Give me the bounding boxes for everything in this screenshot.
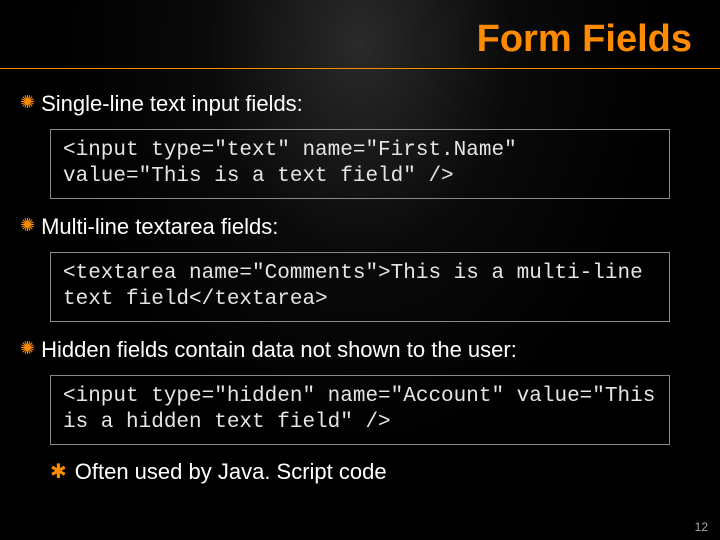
content-area: ✺ Single-line text input fields: <input … [20, 84, 700, 485]
code-box: <input type="text" name="First.Name" val… [50, 129, 670, 200]
slide-title: Form Fields [477, 18, 692, 61]
code-box: <input type="hidden" name="Account" valu… [50, 375, 670, 446]
bullet-text: Single-line text input fields: [41, 90, 303, 119]
star-icon: ✱ [50, 459, 67, 485]
page-number: 12 [695, 520, 708, 534]
bullet-item: ✺ Single-line text input fields: [20, 90, 700, 119]
burst-icon: ✺ [20, 213, 35, 238]
title-divider [0, 68, 720, 69]
sub-bullet-item: ✱ Often used by Java. Script code [50, 459, 700, 485]
bullet-item: ✺ Hidden fields contain data not shown t… [20, 336, 700, 365]
code-box: <textarea name="Comments">This is a mult… [50, 252, 670, 323]
burst-icon: ✺ [20, 336, 35, 361]
bullet-text: Multi-line textarea fields: [41, 213, 278, 242]
bullet-text: Hidden fields contain data not shown to … [41, 336, 517, 365]
burst-icon: ✺ [20, 90, 35, 115]
bullet-item: ✺ Multi-line textarea fields: [20, 213, 700, 242]
sub-bullet-text: Often used by Java. Script code [75, 459, 387, 485]
